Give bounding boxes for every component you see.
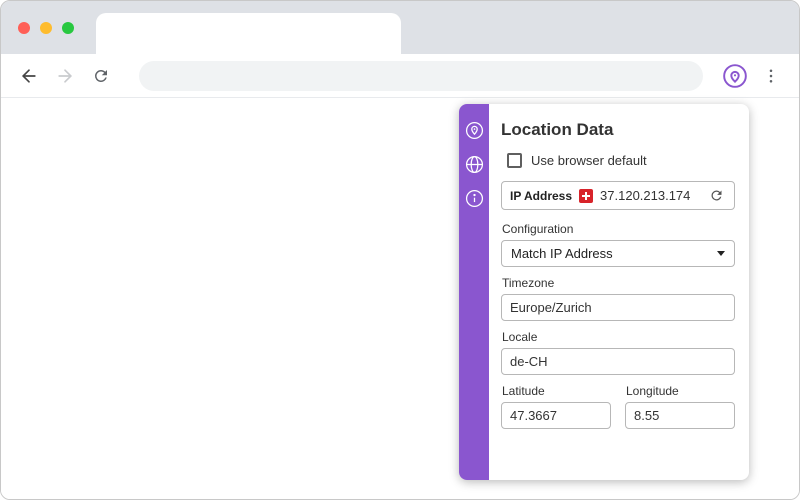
ip-address-box: IP Address 37.120.213.174 — [501, 181, 735, 210]
reload-button[interactable] — [85, 60, 117, 92]
info-icon — [465, 189, 484, 208]
page-content: Location Data Use browser default IP Add… — [1, 98, 799, 499]
latitude-label: Latitude — [502, 384, 545, 398]
timezone-label: Timezone — [502, 276, 555, 290]
longitude-input[interactable] — [625, 402, 735, 429]
forward-button[interactable] — [49, 60, 81, 92]
globe-icon — [465, 155, 484, 174]
configuration-selected-value: Match IP Address — [511, 246, 613, 261]
address-bar[interactable] — [139, 60, 703, 91]
swiss-flag-icon — [579, 188, 594, 203]
location-pin-icon — [465, 121, 484, 140]
longitude-field: Longitude — [625, 384, 735, 438]
refresh-ip-button[interactable] — [706, 186, 726, 206]
timezone-input[interactable] — [501, 294, 735, 321]
forward-arrow-icon — [55, 66, 75, 86]
location-data-panel: Location Data Use browser default IP Add… — [459, 104, 749, 480]
sidebar-tab-location[interactable] — [464, 120, 484, 140]
chevron-down-icon — [717, 251, 725, 256]
vytal-extension-icon — [722, 63, 748, 89]
maximize-window-button[interactable] — [62, 22, 74, 34]
latitude-field: Latitude — [501, 384, 611, 438]
extension-button[interactable] — [719, 60, 751, 92]
close-window-button[interactable] — [18, 22, 30, 34]
longitude-label: Longitude — [626, 384, 679, 398]
ip-address-value: 37.120.213.174 — [600, 188, 691, 203]
tab-strip — [1, 1, 799, 54]
sidebar-tab-globe[interactable] — [464, 154, 484, 174]
locale-label: Locale — [502, 330, 538, 344]
configuration-label: Configuration — [502, 222, 574, 236]
reload-icon — [92, 67, 110, 85]
ip-address-label: IP Address — [510, 188, 573, 203]
browser-toolbar — [1, 54, 799, 98]
minimize-window-button[interactable] — [40, 22, 52, 34]
panel-title: Location Data — [501, 120, 614, 139]
browser-tab[interactable] — [96, 13, 401, 54]
kebab-menu-icon — [762, 67, 780, 85]
coordinates-row: Latitude Longitude — [501, 384, 735, 438]
use-browser-default-checkbox[interactable] — [507, 153, 522, 168]
refresh-icon — [709, 188, 724, 203]
back-arrow-icon — [19, 66, 39, 86]
browser-menu-button[interactable] — [755, 60, 787, 92]
panel-body: Location Data Use browser default IP Add… — [489, 104, 749, 480]
use-browser-default-row: Use browser default — [507, 153, 735, 168]
sidebar-tab-info[interactable] — [464, 188, 484, 208]
locale-input[interactable] — [501, 348, 735, 375]
back-button[interactable] — [13, 60, 45, 92]
latitude-input[interactable] — [501, 402, 611, 429]
configuration-select[interactable]: Match IP Address — [501, 240, 735, 267]
traffic-lights — [18, 22, 74, 34]
use-browser-default-label: Use browser default — [531, 153, 647, 168]
panel-sidebar — [459, 104, 489, 480]
browser-window: Location Data Use browser default IP Add… — [0, 0, 800, 500]
